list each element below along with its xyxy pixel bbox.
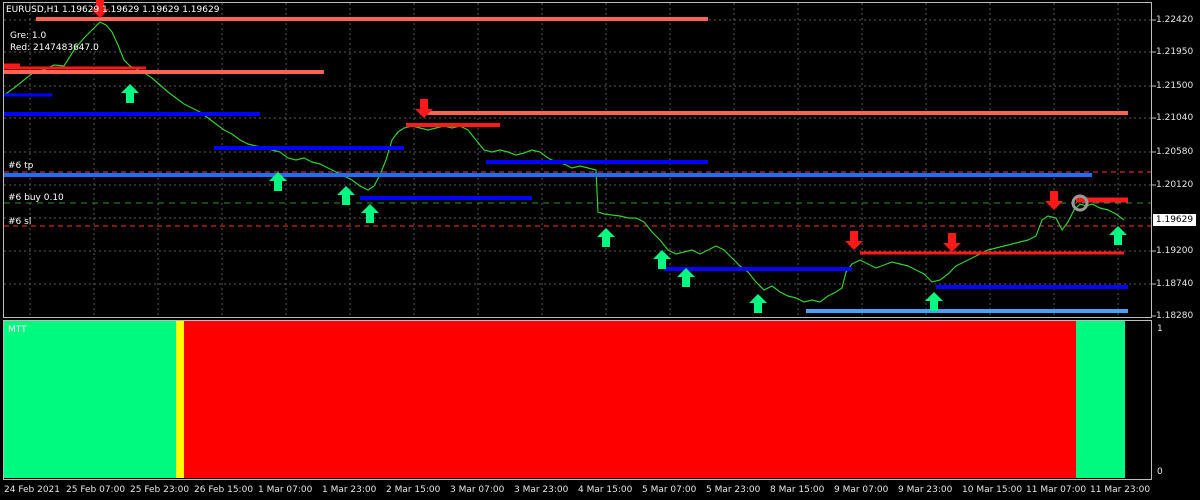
price-tick: 1.18280 [1156,311,1194,321]
order-label-buy: #6 buy 0.10 [8,193,64,203]
order-label-tp: #6 tp [8,161,34,171]
buy-arrow-icon [653,250,671,269]
time-tick: 24 Feb 2021 [4,485,61,495]
time-tick: 25 Feb 23:00 [130,485,190,495]
chart-window[interactable]: EURUSD,H1 1.19629 1.19629 1.19629 1.1962… [0,0,1200,500]
time-tick: 5 Mar 07:00 [642,485,697,495]
time-tick: 1 Mar 23:00 [322,485,377,495]
time-tick: 5 Mar 23:00 [706,485,761,495]
buy-arrow-icon [925,292,943,311]
time-tick: 25 Feb 07:00 [66,485,126,495]
buy-arrow-icon [1109,226,1127,245]
time-tick: 9 Mar 23:00 [898,485,953,495]
sell-arrow-icon [415,99,433,118]
time-tick: 2 Mar 15:00 [386,485,441,495]
time-tick: 8 Mar 15:00 [770,485,825,495]
order-label-sl: #6 sl [8,217,32,227]
price-tick: 1.21950 [1156,47,1194,57]
buy-arrow-icon [121,84,139,103]
chart-header: EURUSD,H1 1.19629 1.19629 1.19629 1.1962… [6,5,220,15]
time-tick: 10 Mar 15:00 [962,485,1023,495]
indicator-red-zone [184,321,1076,478]
price-tick: 1.21500 [1156,81,1194,91]
axis-ticks [1152,19,1156,317]
price-tick: 1.20120 [1156,180,1194,190]
sell-arrows [91,0,1063,252]
chart-drawing [3,0,1156,478]
indicator-yellow-zone [176,321,184,478]
time-tick: 3 Mar 23:00 [514,485,569,495]
buy-arrow-icon [361,204,379,223]
sell-arrow-icon [943,233,961,252]
time-tick: 11 Mar 07:00 [1026,485,1087,495]
price-tick: 1.18740 [1156,279,1194,289]
indicator-tick: 1 [1157,324,1163,334]
price-tick: 1.22420 [1156,15,1194,25]
time-tick: 3 Mar 07:00 [450,485,505,495]
current-price-label: 1.19629 [1153,214,1196,226]
time-tick: 11 Mar 23:00 [1090,485,1151,495]
indicator-green-zone [4,321,176,478]
time-tick: 9 Mar 07:00 [834,485,889,495]
buy-arrow-icon [337,186,355,205]
buy-arrow-icon [749,294,767,313]
sell-arrow-icon [1045,191,1063,210]
info-line-red: Red: 2147483647.0 [10,43,99,53]
info-line-green: Gre: 1.0 [10,31,47,41]
indicator-green-zone [1076,321,1125,478]
time-tick: 4 Mar 15:00 [578,485,633,495]
indicator-tick: 0 [1157,467,1163,477]
buy-arrow-icon [597,228,615,247]
price-tick: 1.19200 [1156,246,1194,256]
price-tick: 1.21040 [1156,113,1194,123]
price-tick: 1.20580 [1156,147,1194,157]
indicator-name: MTT [8,325,27,335]
time-tick: 26 Feb 15:00 [194,485,254,495]
time-tick: 1 Mar 07:00 [258,485,313,495]
sell-arrow-icon [845,231,863,250]
